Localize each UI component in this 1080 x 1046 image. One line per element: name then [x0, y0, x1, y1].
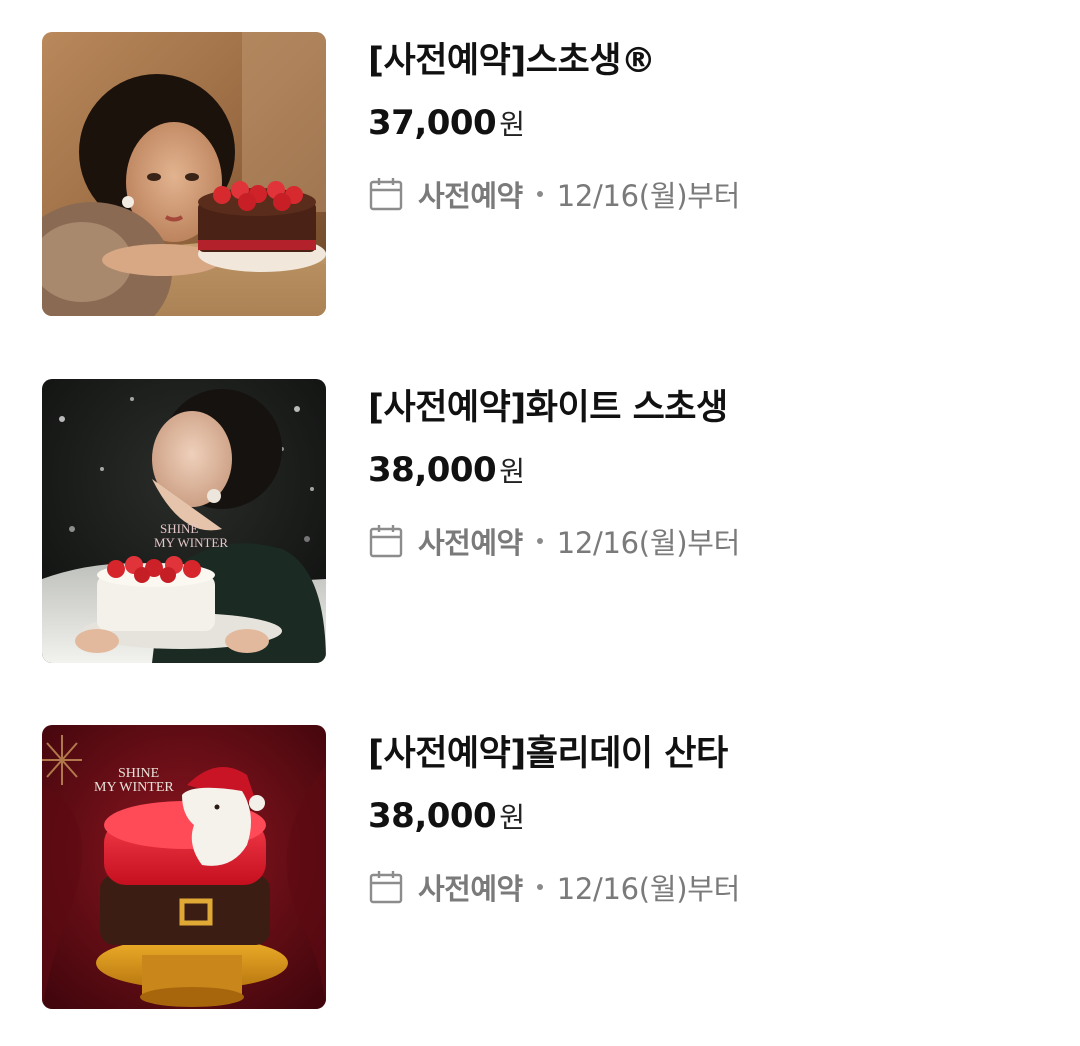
product-thumbnail[interactable]: SHINE MY WINTER [42, 379, 326, 663]
calendar-icon [369, 525, 403, 558]
price-currency: 원 [499, 801, 525, 834]
strawberry-chocolate-cake-photo [42, 32, 326, 316]
separator-dot [536, 884, 543, 890]
product-info: [사전예약]홀리데이 산타 38,000 원 사전예약 12/16(월)부터 [368, 725, 1028, 1009]
separator-dot [536, 538, 543, 544]
product-item[interactable]: SHINE MY WINTER [사전예약]화이트 스초생 38,000 원 사… [42, 379, 1042, 663]
product-title[interactable]: [사전예약]스초생® [368, 38, 656, 84]
product-item[interactable]: SHINE MY WINTER [사전예약]홀리데이 산타 38,000 원 사… [42, 725, 1042, 1009]
reservation-label: 사전예약 [418, 526, 523, 560]
price-currency: 원 [499, 108, 525, 141]
reservation-date: 12/16(월)부터 [556, 872, 741, 906]
product-info: [사전예약]스초생® 37,000 원 사전예약 12/16(월)부터 [368, 32, 1028, 316]
product-thumbnail[interactable]: SHINE MY WINTER [42, 725, 326, 1009]
white-strawberry-cake-photo: SHINE MY WINTER [42, 379, 326, 663]
price-currency: 원 [499, 455, 525, 488]
product-price: 37,000 원 [368, 100, 525, 152]
reservation-date: 12/16(월)부터 [556, 526, 741, 560]
price-value: 38,000 [368, 796, 497, 836]
product-title[interactable]: [사전예약]화이트 스초생 [368, 385, 728, 431]
product-item[interactable]: [사전예약]스초생® 37,000 원 사전예약 12/16(월)부터 [42, 32, 1042, 316]
product-price: 38,000 원 [368, 793, 525, 845]
santa-cake-photo: SHINE MY WINTER [42, 725, 326, 1009]
product-title[interactable]: [사전예약]홀리데이 산타 [368, 731, 728, 777]
reservation-info: 사전예약 12/16(월)부터 [368, 865, 740, 909]
reservation-info: 사전예약 12/16(월)부터 [368, 172, 740, 216]
product-list: [사전예약]스초생® 37,000 원 사전예약 12/16(월)부터 SHIN… [0, 0, 1080, 1046]
svg-text:SHINE: SHINE [160, 521, 198, 536]
separator-dot [536, 191, 543, 197]
svg-text:SHINE: SHINE [118, 766, 159, 781]
reservation-label: 사전예약 [418, 179, 523, 213]
reservation-date: 12/16(월)부터 [556, 179, 741, 213]
calendar-icon [369, 871, 403, 904]
product-price: 38,000 원 [368, 447, 525, 499]
reservation-info: 사전예약 12/16(월)부터 [368, 519, 740, 563]
product-info: [사전예약]화이트 스초생 38,000 원 사전예약 12/16(월)부터 [368, 379, 1028, 663]
svg-text:MY WINTER: MY WINTER [94, 780, 174, 795]
product-thumbnail[interactable] [42, 32, 326, 316]
calendar-icon [369, 178, 403, 211]
svg-text:MY WINTER: MY WINTER [154, 535, 228, 550]
price-value: 37,000 [368, 103, 497, 143]
price-value: 38,000 [368, 450, 497, 490]
reservation-label: 사전예약 [418, 872, 523, 906]
